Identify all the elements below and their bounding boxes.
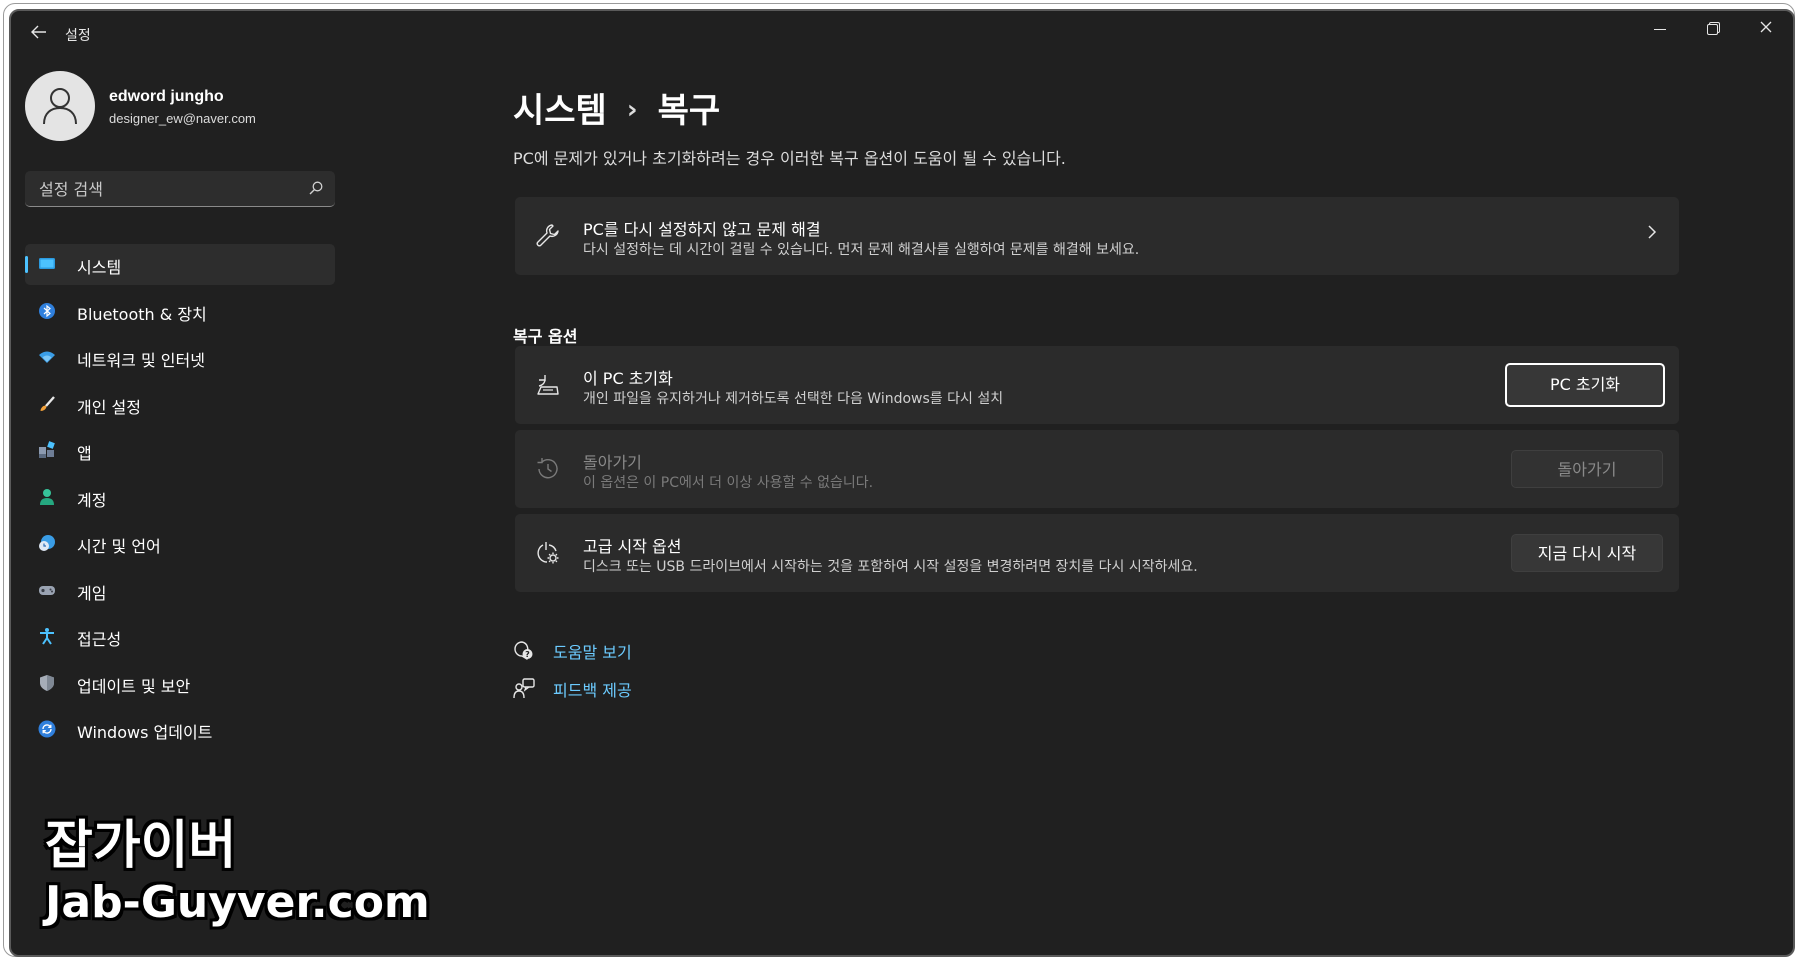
sidebar-item-label: 개인 설정 (77, 397, 141, 417)
sidebar-item-label: 계정 (77, 490, 107, 510)
sidebar-item-label: 시간 및 언어 (77, 537, 161, 556)
advanced-startup-icon (537, 542, 559, 564)
advanced-startup-title: 고급 시작 옵션 (583, 537, 682, 556)
sidebar-item-label: 게임 (77, 583, 107, 603)
sidebar-item-personalization[interactable]: 개인 설정 (25, 384, 335, 425)
wrench-icon (536, 224, 559, 247)
sidebar-item-windows-update[interactable]: Windows 업데이트 (25, 709, 335, 750)
person-icon (43, 88, 77, 125)
page-title: 복구 (657, 91, 721, 131)
troubleshoot-title: PC를 다시 설정하지 않고 문제 해결 (583, 220, 821, 239)
advanced-startup-card: 고급 시작 옵션 디스크 또는 USB 드라이브에서 시작하는 것을 포함하여 … (515, 514, 1679, 592)
sidebar-item-label: 시스템 (77, 258, 122, 277)
watermark-url: Jab-Guyver.com (45, 877, 430, 928)
go-back-title: 돌아가기 (583, 453, 642, 472)
restore-button[interactable] (1689, 17, 1735, 41)
monitor-icon (39, 258, 55, 269)
reset-pc-card: 이 PC 초기화 개인 파일을 유지하거나 제거하도록 선택한 다음 Windo… (515, 346, 1679, 424)
window-title: 설정 (65, 28, 91, 44)
user-name: edword jungho (109, 88, 224, 105)
feedback-link-label[interactable]: 피드백 제공 (553, 677, 632, 701)
title-bar: 설정 (11, 11, 1793, 57)
reset-pc-title: 이 PC 초기화 (583, 369, 673, 388)
feedback-icon (513, 678, 535, 699)
sidebar-item-label: Bluetooth & 장치 (77, 304, 207, 324)
recovery-options-heading: 복구 옵션 (513, 327, 578, 346)
settings-search[interactable] (25, 171, 335, 207)
sidebar-item-label: Windows 업데이트 (77, 723, 213, 742)
sidebar-item-time-language[interactable]: 시간 및 언어 (25, 523, 335, 564)
history-icon (537, 458, 558, 479)
shield-icon (40, 674, 54, 691)
breadcrumb: 시스템 › 복구 (513, 83, 720, 132)
paintbrush-icon (40, 395, 55, 411)
back-arrow-icon[interactable] (25, 23, 53, 45)
sidebar-nav: 시스템 Bluetooth & 장치 네트워크 및 인터넷 개인 설정 앱 계정… (25, 244, 335, 756)
close-icon (1760, 21, 1772, 33)
go-back-button: 돌아가기 (1511, 450, 1663, 488)
avatar[interactable] (25, 71, 95, 141)
reset-pc-icon (537, 375, 559, 395)
reset-pc-button[interactable]: PC 초기화 (1505, 363, 1665, 407)
settings-window: 설정 edword jungho designer_ew@naver.com 시… (9, 9, 1795, 957)
close-button[interactable] (1743, 17, 1789, 41)
troubleshoot-subtitle: 다시 설정하는 데 시간이 걸릴 수 있습니다. 먼저 문제 해결사를 실행하여… (583, 242, 1140, 258)
restore-icon (1706, 23, 1718, 35)
troubleshoot-card[interactable]: PC를 다시 설정하지 않고 문제 해결 다시 설정하는 데 시간이 걸릴 수 … (515, 197, 1679, 275)
wifi-icon (39, 351, 55, 363)
minimize-icon (1654, 28, 1666, 30)
search-icon[interactable] (309, 181, 323, 195)
sync-icon (38, 720, 56, 738)
sidebar-item-network[interactable]: 네트워크 및 인터넷 (25, 337, 335, 378)
help-icon: ? (514, 641, 533, 660)
sidebar-item-label: 앱 (77, 444, 92, 463)
sidebar-item-accessibility[interactable]: 접근성 (25, 616, 335, 657)
sidebar-item-apps[interactable]: 앱 (25, 430, 335, 471)
restart-now-button[interactable]: 지금 다시 시작 (1511, 534, 1663, 572)
watermark-title: 잡가이버 (45, 816, 237, 876)
go-back-subtitle: 이 옵션은 이 PC에서 더 이상 사용할 수 없습니다. (583, 475, 874, 491)
breadcrumb-separator: › (626, 95, 638, 125)
accessibility-icon (40, 628, 54, 645)
breadcrumb-parent[interactable]: 시스템 (513, 91, 607, 131)
account-icon (40, 488, 54, 505)
sidebar-item-update-security[interactable]: 업데이트 및 보안 (25, 663, 335, 704)
sidebar-item-label: 네트워크 및 인터넷 (77, 351, 205, 370)
chevron-right-icon (1648, 225, 1657, 239)
minimize-button[interactable] (1637, 17, 1683, 41)
sidebar-item-gaming[interactable]: 게임 (25, 570, 335, 611)
advanced-startup-subtitle: 디스크 또는 USB 드라이브에서 시작하는 것을 포함하여 시작 설정을 변경… (583, 559, 1198, 575)
reset-pc-subtitle: 개인 파일을 유지하거나 제거하도록 선택한 다음 Windows를 다시 설치 (583, 391, 1004, 407)
search-input[interactable] (37, 177, 291, 201)
sidebar-item-system[interactable]: 시스템 (25, 244, 335, 285)
sidebar-item-label: 접근성 (77, 630, 122, 649)
help-link-label[interactable]: 도움말 보기 (553, 639, 632, 663)
svg-text:?: ? (525, 650, 530, 659)
page-description: PC에 문제가 있거나 초기화하려는 경우 이러한 복구 옵션이 도움이 될 수… (513, 149, 1066, 168)
sidebar-item-accounts[interactable]: 계정 (25, 477, 335, 518)
apps-icon (39, 441, 55, 458)
sidebar-item-label: 업데이트 및 보안 (77, 676, 191, 696)
go-back-card: 돌아가기 이 옵션은 이 PC에서 더 이상 사용할 수 없습니다. 돌아가기 (515, 430, 1679, 508)
user-email: designer_ew@naver.com (109, 111, 256, 126)
gamepad-icon (39, 585, 55, 595)
sidebar-item-bluetooth[interactable]: Bluetooth & 장치 (25, 291, 335, 332)
globe-clock-icon (39, 535, 55, 551)
bluetooth-icon (39, 302, 55, 319)
